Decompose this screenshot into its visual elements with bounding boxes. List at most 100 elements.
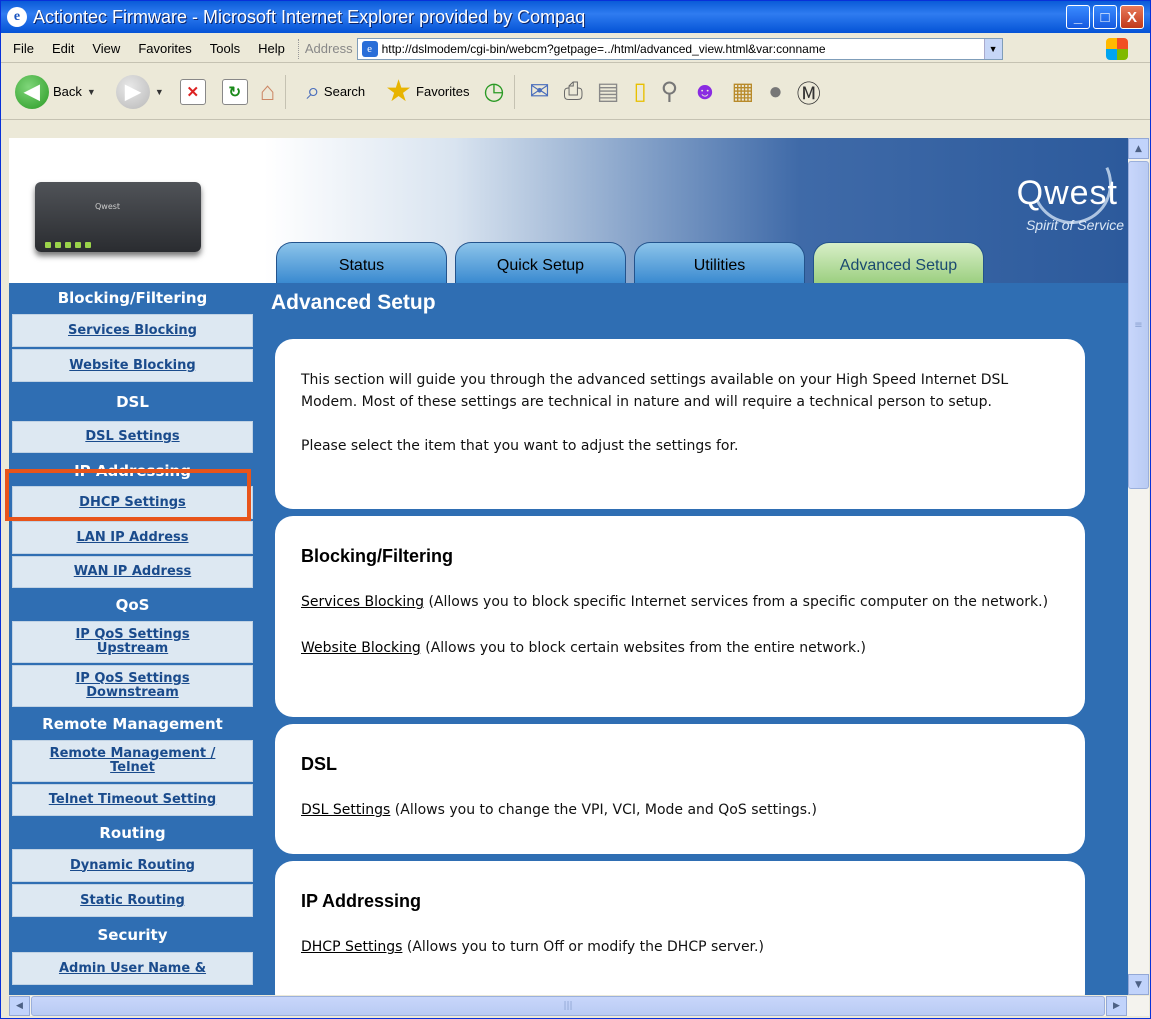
- dsl-panel: DSL DSL Settings (Allows you to change t…: [275, 724, 1085, 854]
- m-icon[interactable]: Ⓜ: [797, 74, 821, 109]
- forward-button[interactable]: ▶ ▼: [102, 74, 164, 109]
- stop-icon[interactable]: ✕: [179, 78, 206, 105]
- sidebar-item-telnet-timeout[interactable]: Telnet Timeout Setting: [12, 784, 253, 816]
- edit-icon[interactable]: ▤: [597, 77, 620, 106]
- forward-dropdown-icon[interactable]: ▼: [155, 87, 164, 97]
- vertical-scroll-thumb[interactable]: ≡: [1128, 161, 1149, 489]
- toolbar-separator-2: [514, 74, 516, 109]
- section-heading-blocking: Blocking/Filtering: [301, 546, 454, 566]
- tab-status[interactable]: Status: [276, 242, 447, 283]
- window-title: Actiontec Firmware - Microsoft Internet …: [33, 6, 586, 27]
- sidebar-heading-dsl: DSL: [116, 393, 149, 411]
- dsl-settings-desc: (Allows you to change the VPI, VCI, Mode…: [394, 802, 817, 818]
- menu-tools[interactable]: Tools: [201, 41, 249, 56]
- sidebar-heading-blocking: Blocking/Filtering: [57, 289, 208, 307]
- internet-explorer-icon: e: [7, 7, 27, 27]
- main-tabs: Status Quick Setup Utilities Advanced Se…: [276, 242, 984, 283]
- address-dropdown-button[interactable]: ▼: [983, 38, 1002, 59]
- windows-logo-icon: [1106, 38, 1128, 60]
- maximize-button[interactable]: □: [1093, 5, 1117, 29]
- back-label: Back: [53, 84, 82, 99]
- services-blocking-item: Services Blocking (Allows you to block s…: [301, 591, 1059, 613]
- menu-edit[interactable]: Edit: [43, 41, 83, 56]
- minimize-button[interactable]: _: [1066, 5, 1090, 29]
- website-blocking-link[interactable]: Website Blocking: [301, 640, 421, 656]
- menu-view[interactable]: View: [83, 41, 129, 56]
- sidebar: Blocking/Filtering Services Blocking Web…: [9, 283, 256, 995]
- refresh-icon[interactable]: ↻: [221, 78, 248, 105]
- notes-icon[interactable]: ▯: [633, 77, 646, 106]
- sidebar-item-admin-user-name[interactable]: Admin User Name &: [12, 952, 253, 985]
- print-icon[interactable]: ⎙: [564, 78, 583, 106]
- discuss-icon[interactable]: ●: [768, 78, 783, 106]
- back-dropdown-icon[interactable]: ▼: [87, 87, 96, 97]
- scroll-right-button[interactable]: ▶: [1106, 996, 1127, 1016]
- dhcp-settings-desc: (Allows you to turn Off or modify the DH…: [406, 939, 764, 955]
- dhcp-settings-link[interactable]: DHCP Settings: [301, 939, 402, 955]
- research-icon[interactable]: ⚲: [661, 77, 679, 106]
- sidebar-item-dynamic-routing[interactable]: Dynamic Routing: [12, 849, 253, 882]
- ip-addressing-panel: IP Addressing DHCP Settings (Allows you …: [275, 861, 1085, 995]
- modem-lights: [45, 242, 101, 248]
- sidebar-item-website-blocking[interactable]: Website Blocking: [12, 349, 253, 382]
- brand-name: Qwest: [1016, 174, 1118, 212]
- sidebar-item-lan-ip-address[interactable]: LAN IP Address: [12, 521, 253, 554]
- scroll-up-button[interactable]: ▲: [1128, 138, 1149, 159]
- browser-window: e Actiontec Firmware - Microsoft Interne…: [0, 0, 1151, 1019]
- sidebar-heading-security: Security: [97, 926, 168, 944]
- title-bar: e Actiontec Firmware - Microsoft Interne…: [1, 1, 1150, 33]
- dsl-settings-link[interactable]: DSL Settings: [301, 802, 390, 818]
- home-icon[interactable]: ⌂: [260, 76, 276, 107]
- menu-help[interactable]: Help: [249, 41, 294, 56]
- history-icon[interactable]: ◷: [484, 77, 505, 106]
- sidebar-item-static-routing[interactable]: Static Routing: [12, 884, 253, 917]
- scroll-down-button[interactable]: ▼: [1128, 974, 1149, 995]
- sidebar-item-wan-ip-address[interactable]: WAN IP Address: [12, 556, 253, 588]
- tab-utilities[interactable]: Utilities: [634, 242, 805, 283]
- tab-advanced-setup[interactable]: Advanced Setup: [813, 242, 984, 283]
- media-icon[interactable]: ▦: [732, 77, 755, 106]
- forward-arrow-icon: ▶: [115, 74, 150, 109]
- sidebar-item-remote-management-telnet[interactable]: Remote Management / Telnet: [12, 740, 253, 782]
- window-controls: _ □ X: [1066, 5, 1144, 29]
- dhcp-settings-item: DHCP Settings (Allows you to turn Off or…: [301, 936, 1059, 958]
- favorites-button[interactable]: ★ Favorites: [371, 74, 469, 109]
- address-bar[interactable]: e http://dslmodem/cgi-bin/webcm?getpage=…: [356, 37, 1003, 60]
- section-heading-dsl: DSL: [301, 754, 337, 774]
- menu-file[interactable]: File: [1, 41, 43, 56]
- navigation-toolbar: ◀ Back ▼ ▶ ▼ ✕ ↻ ⌂ ⌕ Search ★ Favorites …: [1, 64, 1150, 120]
- menu-favorites[interactable]: Favorites: [129, 41, 200, 56]
- intro-panel: This section will guide you through the …: [275, 339, 1085, 509]
- address-input[interactable]: http://dslmodem/cgi-bin/webcm?getpage=..…: [382, 42, 984, 56]
- qwest-logo: Qwest Spirit of Service: [898, 138, 1128, 244]
- page-header: Qwest Qwest Spirit of Service Status Qui…: [9, 138, 1128, 283]
- vertical-scrollbar[interactable]: ▲ ≡ ▼: [1128, 138, 1149, 995]
- brand-tagline: Spirit of Service: [1025, 217, 1124, 233]
- back-arrow-icon: ◀: [15, 74, 49, 109]
- horizontal-scrollbar[interactable]: ◀ ||| ▶: [9, 996, 1149, 1016]
- blocking-panel: Blocking/Filtering Services Blocking (Al…: [275, 516, 1085, 717]
- toolbar-separator: [285, 74, 287, 109]
- back-button[interactable]: ◀ Back ▼: [7, 74, 96, 109]
- sidebar-item-dsl-settings[interactable]: DSL Settings: [12, 421, 253, 453]
- instruction-text: Please select the item that you want to …: [301, 438, 739, 454]
- sidebar-item-qos-downstream[interactable]: IP QoS Settings Downstream: [12, 665, 253, 707]
- search-label: Search: [323, 84, 366, 99]
- sidebar-item-qos-upstream[interactable]: IP QoS Settings Upstream: [12, 621, 253, 663]
- scroll-left-button[interactable]: ◀: [9, 996, 30, 1016]
- close-button[interactable]: X: [1120, 5, 1144, 29]
- mail-icon[interactable]: ✉: [529, 77, 549, 106]
- menu-bar: File Edit View Favorites Tools Help Addr…: [1, 35, 1150, 63]
- search-button[interactable]: ⌕ Search: [292, 78, 365, 106]
- search-icon: ⌕: [306, 77, 320, 105]
- horizontal-scroll-thumb[interactable]: |||: [31, 996, 1105, 1016]
- modem-image: Qwest: [35, 176, 203, 268]
- tab-quick-setup[interactable]: Quick Setup: [455, 242, 626, 283]
- favorites-star-icon: ★: [385, 75, 413, 108]
- messenger-icon[interactable]: ☻: [692, 78, 717, 106]
- services-blocking-link[interactable]: Services Blocking: [301, 594, 424, 610]
- modem-brand-label: Qwest: [95, 202, 121, 211]
- toolbar-grip: [297, 38, 301, 59]
- sidebar-item-services-blocking[interactable]: Services Blocking: [12, 314, 253, 347]
- website-blocking-item: Website Blocking (Allows you to block ce…: [301, 637, 1059, 659]
